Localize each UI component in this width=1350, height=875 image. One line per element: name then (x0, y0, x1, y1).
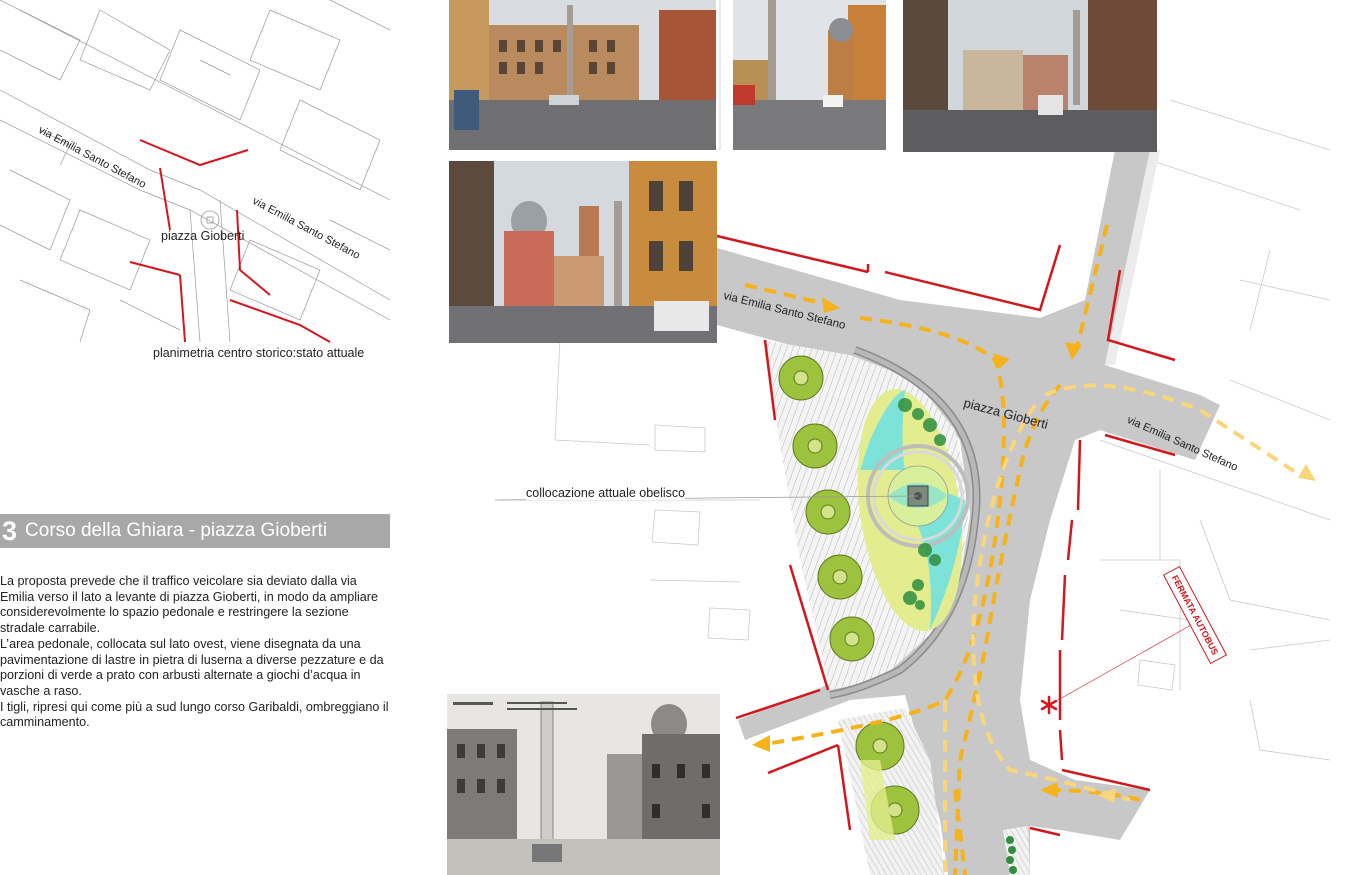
photo-obelisk-dome (733, 0, 886, 150)
tree-icon (829, 616, 875, 662)
photo-via-emilia (903, 0, 1157, 152)
description-paragraph: I tigli, ripresi qui come più a sud lung… (0, 699, 389, 730)
keymap-caption: planimetria centro storico:stato attuale (153, 346, 365, 360)
section-title: Corso della Ghiara - piazza Gioberti (25, 520, 328, 541)
arrow-head-icon (1298, 464, 1316, 481)
section-header: 3 Corso della Ghiara - piazza Gioberti (0, 514, 390, 548)
tree-icon (792, 423, 838, 469)
photo-piazza-view (449, 0, 716, 150)
obelisk-label: collocazione attuale obelisco (526, 486, 686, 500)
bus-stop-marker-icon (1040, 695, 1058, 715)
section-number: 3 (2, 515, 18, 546)
keymap-square-label: piazza Gioberti (161, 229, 245, 243)
historic-postcard (447, 694, 720, 875)
description-paragraph: La proposta prevede che il traffico veic… (0, 574, 378, 636)
keymap-linework (0, 0, 391, 343)
photo-basilica-ghiara (449, 161, 717, 343)
tree-icon (817, 554, 863, 600)
tree-icon (778, 355, 824, 401)
project-description: La proposta prevede che il traffico veic… (0, 574, 392, 731)
description-paragraph: L’area pedonale, collocata sul lato oves… (0, 636, 384, 698)
